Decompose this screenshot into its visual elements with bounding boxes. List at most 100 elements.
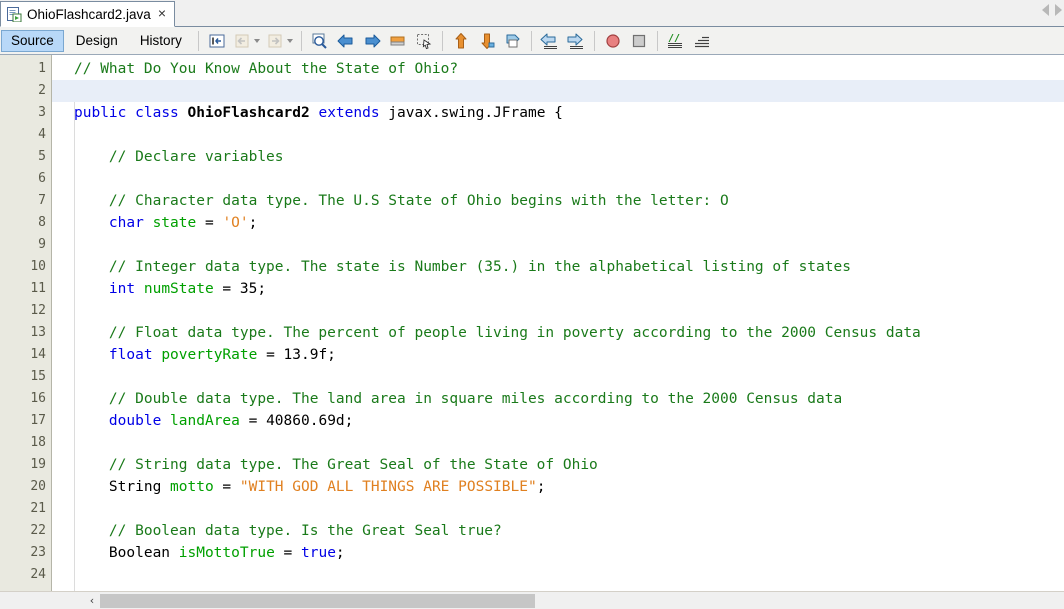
code-line[interactable] bbox=[52, 80, 1064, 102]
stop-macro-recording-icon[interactable] bbox=[628, 30, 650, 52]
code-token-plain: = bbox=[213, 479, 240, 495]
horizontal-scrollbar-track[interactable]: ‹ bbox=[84, 592, 1064, 609]
code-token-var: landArea bbox=[170, 413, 240, 429]
line-number[interactable]: 8 bbox=[0, 212, 51, 234]
code-token-str: "WITH GOD ALL THINGS ARE POSSIBLE" bbox=[239, 479, 537, 495]
line-number[interactable]: 16 bbox=[0, 388, 51, 410]
line-number[interactable]: 14 bbox=[0, 344, 51, 366]
line-number[interactable]: 21 bbox=[0, 498, 51, 520]
forward-icon[interactable] bbox=[264, 30, 286, 52]
forward-dropdown-caret-icon[interactable] bbox=[286, 38, 293, 43]
code-line[interactable]: // Float data type. The percent of peopl… bbox=[52, 322, 1064, 344]
code-line[interactable] bbox=[52, 168, 1064, 190]
comment-icon[interactable]: // bbox=[665, 30, 687, 52]
code-line[interactable] bbox=[52, 432, 1064, 454]
scroll-tabs-left-icon[interactable] bbox=[1042, 4, 1049, 16]
line-number[interactable]: 19 bbox=[0, 454, 51, 476]
close-icon[interactable]: × bbox=[156, 6, 168, 22]
previous-bookmark-icon[interactable] bbox=[450, 30, 472, 52]
code-line[interactable]: // Character data type. The U.S State of… bbox=[52, 190, 1064, 212]
code-line[interactable]: Boolean isMottoTrue = true; bbox=[52, 542, 1064, 564]
tab-source[interactable]: Source bbox=[1, 29, 64, 52]
toolbar-separator bbox=[530, 30, 532, 51]
code-editor[interactable]: 1 2 3 4 5 6 7 8 9 10 11 12 13 14 15 16 17 18 19 20 21 22 23 24 … bbox=[0, 55, 1064, 591]
line-number[interactable]: 5 bbox=[0, 146, 51, 168]
toggle-rectangular-selection-icon[interactable] bbox=[413, 30, 435, 52]
last-edit-icon[interactable] bbox=[206, 30, 228, 52]
code-line[interactable]: // Integer data type. The state is Numbe… bbox=[52, 256, 1064, 278]
code-token-plain: = bbox=[196, 215, 223, 231]
code-line[interactable]: // What Do You Know About the State of O… bbox=[52, 58, 1064, 80]
svg-text://: // bbox=[668, 33, 680, 44]
uncomment-icon[interactable] bbox=[691, 30, 713, 52]
line-number[interactable]: 3 bbox=[0, 102, 51, 124]
back-icon[interactable] bbox=[231, 30, 253, 52]
find-previous-icon[interactable] bbox=[335, 30, 357, 52]
line-number[interactable]: 13 bbox=[0, 322, 51, 344]
next-bookmark-icon[interactable] bbox=[476, 30, 498, 52]
code-line[interactable]: float povertyRate = 13.9f; bbox=[52, 344, 1064, 366]
horizontal-scroll-thumb[interactable] bbox=[100, 593, 535, 608]
line-number[interactable]: 15 bbox=[0, 366, 51, 388]
line-number[interactable]: 22 bbox=[0, 520, 51, 542]
code-line[interactable]: double landArea = 40860.69d; bbox=[52, 410, 1064, 432]
line-number[interactable]: 12 bbox=[0, 300, 51, 322]
start-macro-recording-icon[interactable] bbox=[602, 30, 624, 52]
shift-line-right-icon[interactable] bbox=[565, 30, 587, 52]
code-line[interactable]: int numState = 35; bbox=[52, 278, 1064, 300]
code-token-plain: ; bbox=[536, 479, 546, 495]
line-number[interactable]: 18 bbox=[0, 432, 51, 454]
line-number[interactable]: 9 bbox=[0, 234, 51, 256]
code-line[interactable]: String motto = "WITH GOD ALL THINGS ARE … bbox=[52, 476, 1064, 498]
tab-design-label: Design bbox=[75, 33, 118, 48]
code-line[interactable]: public class OhioFlashcard2 extends java… bbox=[52, 102, 1064, 124]
code-token-var: povertyRate bbox=[161, 347, 258, 363]
toggle-highlight-icon[interactable] bbox=[387, 30, 409, 52]
code-line[interactable]: // String data type. The Great Seal of t… bbox=[52, 454, 1064, 476]
document-tab-ohioflashcard2[interactable]: OhioFlashcard2.java × bbox=[0, 1, 176, 27]
line-number-gutter[interactable]: 1 2 3 4 5 6 7 8 9 10 11 12 13 14 15 16 17 18 19 20 21 22 23 24 bbox=[0, 55, 52, 591]
code-line[interactable] bbox=[52, 564, 1064, 586]
line-number[interactable]: 23 bbox=[0, 542, 51, 564]
code-line[interactable]: // Declare variables bbox=[52, 146, 1064, 168]
line-number[interactable]: 2 bbox=[0, 80, 51, 102]
line-number[interactable]: 1 bbox=[0, 58, 51, 80]
code-line[interactable] bbox=[52, 498, 1064, 520]
code-line[interactable] bbox=[52, 300, 1064, 322]
code-line[interactable]: // Double data type. The land area in sq… bbox=[52, 388, 1064, 410]
code-token-plain: Boolean bbox=[74, 545, 179, 561]
line-number[interactable]: 7 bbox=[0, 190, 51, 212]
scroll-left-icon[interactable]: ‹ bbox=[84, 594, 100, 607]
tab-design[interactable]: Design bbox=[66, 30, 128, 52]
find-next-icon[interactable] bbox=[361, 30, 383, 52]
code-line[interactable] bbox=[52, 234, 1064, 256]
code-token-plain: ; bbox=[335, 545, 345, 561]
code-line[interactable]: // Boolean data type. Is the Great Seal … bbox=[52, 520, 1064, 542]
line-number[interactable]: 24 bbox=[0, 564, 51, 586]
scroll-tabs-right-icon[interactable] bbox=[1055, 4, 1062, 16]
line-number[interactable]: 6 bbox=[0, 168, 51, 190]
line-number[interactable]: 20 bbox=[0, 476, 51, 498]
code-line[interactable] bbox=[52, 366, 1064, 388]
toggle-bookmark-icon[interactable] bbox=[502, 30, 524, 52]
code-token-var: state bbox=[152, 215, 197, 231]
code-text-area[interactable]: // What Do You Know About the State of O… bbox=[52, 55, 1064, 591]
back-dropdown-caret-icon[interactable] bbox=[253, 38, 260, 43]
line-number[interactable]: 10 bbox=[0, 256, 51, 278]
code-line[interactable]: char state = 'O'; bbox=[52, 212, 1064, 234]
line-number[interactable]: 4 bbox=[0, 124, 51, 146]
tab-history[interactable]: History bbox=[130, 30, 192, 52]
shift-line-left-icon[interactable] bbox=[539, 30, 561, 52]
line-number[interactable]: 11 bbox=[0, 278, 51, 300]
find-selection-icon[interactable] bbox=[309, 30, 331, 52]
toolbar-separator bbox=[197, 30, 199, 51]
line-number[interactable]: 17 bbox=[0, 410, 51, 432]
horizontal-scrollbar-area: ‹ bbox=[0, 591, 1064, 609]
code-line[interactable] bbox=[52, 124, 1064, 146]
